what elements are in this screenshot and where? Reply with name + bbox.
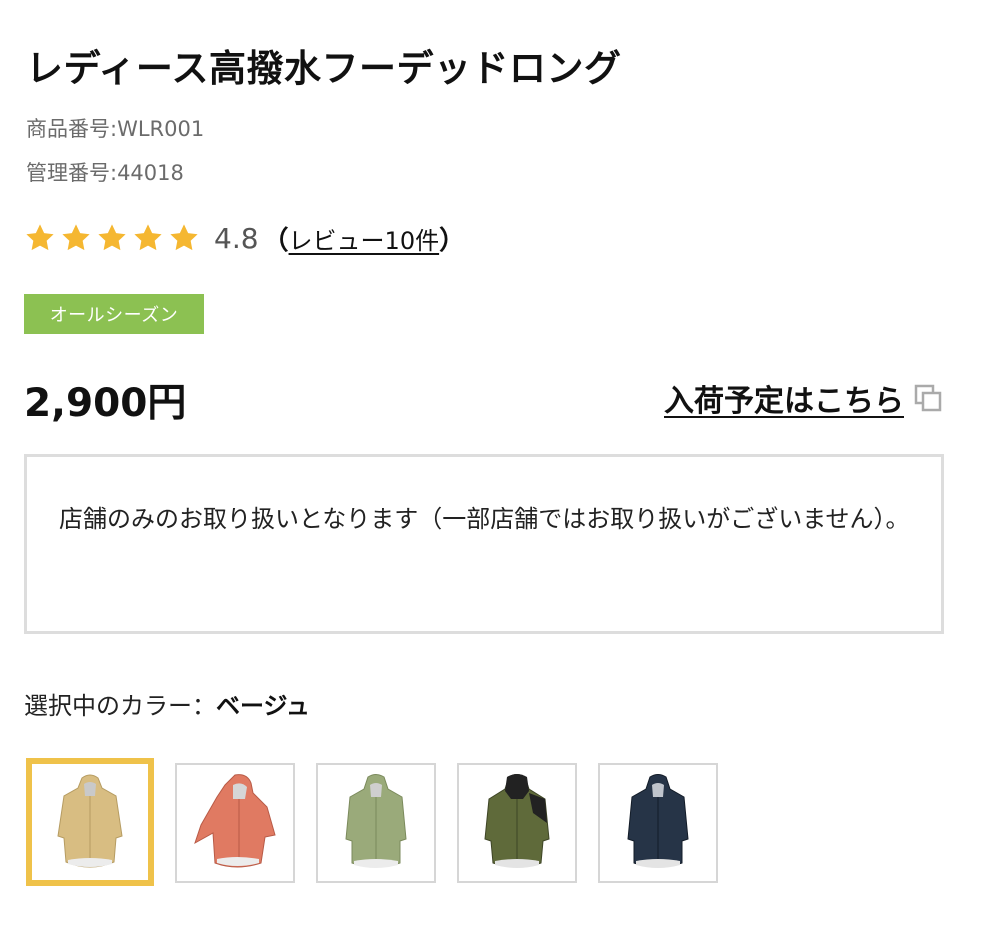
close-paren: ）: [439, 225, 466, 256]
selected-color-prefix: 選択中のカラー：: [24, 692, 216, 720]
star-icon: [26, 224, 54, 251]
star-rating: [24, 222, 200, 254]
color-swatch-coral[interactable]: [175, 763, 295, 883]
star-icon: [62, 224, 90, 251]
coat-olive-image: [484, 774, 550, 868]
control-number: 管理番号:44018: [26, 161, 184, 185]
selected-color-label: 選択中のカラー：ベージュ: [24, 686, 310, 721]
star-icon: [98, 224, 126, 251]
color-swatches: [26, 758, 718, 886]
star-icon: [170, 224, 198, 251]
review-count-link[interactable]: レビュー10件: [289, 221, 440, 256]
coat-coral-image: [194, 774, 276, 868]
product-title: レディース高撥水フーデッドロング: [26, 47, 622, 90]
color-swatch-olive[interactable]: [457, 763, 577, 883]
selected-color-name: ベージュ: [216, 692, 310, 720]
product-price: 2,900円: [24, 381, 187, 426]
arrival-schedule-label: 入荷予定はこちら: [664, 384, 904, 419]
external-link-icon: [914, 384, 942, 412]
rating-value: 4.8: [214, 221, 259, 255]
color-swatch-navy[interactable]: [598, 763, 718, 883]
rating-row: 4.8 （ レビュー10件 ）: [24, 218, 465, 258]
coat-beige-image: [57, 774, 123, 868]
notice-text: 店舗のみのお取り扱いとなります（一部店舗ではお取り扱いがございません）。: [59, 505, 910, 533]
open-paren: （: [262, 225, 289, 256]
item-number: 商品番号:WLR001: [26, 117, 205, 141]
season-tag: オールシーズン: [24, 294, 204, 334]
arrival-schedule-link[interactable]: 入荷予定はこちら: [664, 376, 942, 420]
coat-navy-image: [627, 774, 689, 868]
color-swatch-beige[interactable]: [26, 758, 154, 886]
coat-khaki-image: [345, 774, 407, 868]
star-icon: [134, 224, 162, 251]
color-swatch-khaki[interactable]: [316, 763, 436, 883]
store-only-notice: 店舗のみのお取り扱いとなります（一部店舗ではお取り扱いがございません）。: [24, 454, 944, 634]
